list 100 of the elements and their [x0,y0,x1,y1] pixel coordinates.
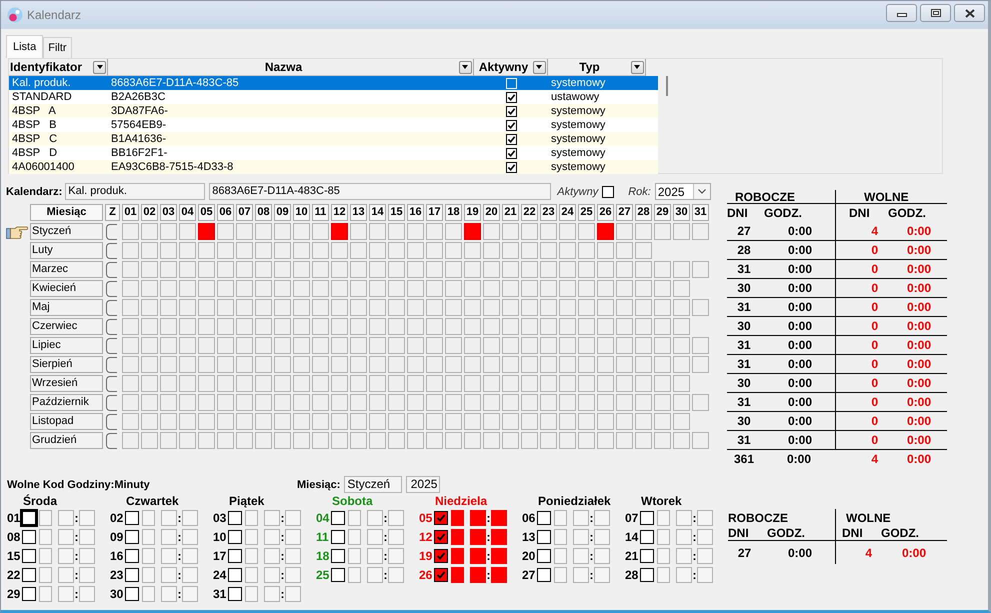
code-field[interactable] [657,528,670,544]
hours-field[interactable] [676,510,692,526]
day-cell[interactable] [635,223,652,240]
day-cell[interactable] [673,432,690,449]
day-cell[interactable] [217,394,234,411]
day-cell[interactable] [597,318,614,335]
day-cell[interactable] [293,356,310,373]
day-cell[interactable] [388,394,405,411]
day-cell[interactable] [312,432,329,449]
day-cell[interactable] [616,337,633,354]
day-cell[interactable] [597,413,614,430]
day-cell[interactable] [692,261,709,278]
year-field[interactable]: 2025 [406,476,440,493]
day-cell[interactable] [293,375,310,392]
minutes-field[interactable] [594,566,610,582]
free-day-checkbox[interactable] [228,548,242,562]
day-cell[interactable] [578,413,595,430]
free-day-checkbox[interactable] [434,510,448,524]
day-cell[interactable] [673,318,690,335]
day-cell[interactable] [654,337,671,354]
month-label[interactable]: Wrzesień [30,375,103,392]
day-cell[interactable] [407,356,424,373]
day-cell[interactable] [597,337,614,354]
day-cell[interactable] [388,375,405,392]
day-cell[interactable] [217,261,234,278]
filter-dropdown-button[interactable] [458,60,472,74]
day-cell[interactable] [331,356,348,373]
day-cell[interactable] [426,261,443,278]
day-cell[interactable] [217,337,234,354]
day-cell[interactable] [407,337,424,354]
day-cell[interactable] [578,299,595,316]
day-cell[interactable] [369,299,386,316]
day-cell[interactable] [426,375,443,392]
day-cell[interactable] [521,223,538,240]
checkbox[interactable] [506,162,516,172]
day-cell[interactable] [217,223,234,240]
hours-field[interactable] [264,586,280,602]
day-cell[interactable] [388,432,405,449]
month-label[interactable]: Czerwiec [30,318,103,335]
day-cell[interactable] [293,337,310,354]
day-cell[interactable] [179,280,196,297]
day-cell[interactable] [559,394,576,411]
minutes-field[interactable] [285,548,301,564]
day-cell[interactable] [293,318,310,335]
day-cell[interactable] [692,223,709,240]
day-cell[interactable] [673,223,690,240]
day-cell[interactable] [160,413,177,430]
day-cell[interactable] [407,261,424,278]
day-cell[interactable] [540,413,557,430]
day-cell[interactable] [388,261,405,278]
day-cell[interactable] [274,299,291,316]
day-cell[interactable] [673,413,690,430]
month-label[interactable]: Styczeń [30,223,103,240]
day-cell[interactable] [179,356,196,373]
day-cell[interactable] [521,375,538,392]
minutes-field[interactable] [182,566,198,582]
day-cell[interactable] [502,223,519,240]
day-cell[interactable] [179,413,196,430]
day-cell[interactable] [217,318,234,335]
table-row[interactable]: Kal. produk. 8683A6E7-D11A-483C-85 systemowy [9,76,658,90]
day-cell[interactable] [445,375,462,392]
day-cell[interactable] [502,394,519,411]
code-field[interactable] [245,510,258,526]
minutes-field[interactable] [697,566,713,582]
day-cell[interactable] [692,299,709,316]
day-cell[interactable] [236,394,253,411]
day-cell[interactable] [464,394,481,411]
checkbox[interactable] [106,280,117,296]
month-label[interactable]: Grudzień [30,432,103,449]
free-day-checkbox[interactable] [434,530,448,544]
day-cell[interactable] [445,337,462,354]
day-cell[interactable] [616,375,633,392]
calendar-name-field[interactable]: 8683A6E7-D11A-483C-85 [209,183,552,200]
month-label[interactable]: Sierpień [30,356,103,373]
day-cell[interactable] [540,356,557,373]
month-label[interactable]: Marzec [30,261,103,278]
day-cell[interactable] [521,337,538,354]
day-cell[interactable] [426,413,443,430]
month-label[interactable]: Maj [30,299,103,316]
checkbox[interactable] [506,92,516,102]
day-cell[interactable] [369,375,386,392]
day-cell[interactable] [464,413,481,430]
day-cell[interactable] [559,223,576,240]
free-day-checkbox[interactable] [434,548,448,562]
day-cell[interactable] [445,356,462,373]
hours-field[interactable] [161,586,177,602]
day-cell[interactable] [141,242,158,259]
code-field[interactable] [39,586,52,602]
day-cell[interactable] [483,280,500,297]
day-cell[interactable] [179,242,196,259]
day-cell[interactable] [293,413,310,430]
day-cell[interactable] [426,356,443,373]
day-cell[interactable] [331,375,348,392]
day-cell[interactable] [635,299,652,316]
month-label[interactable]: Lipiec [30,337,103,354]
code-field[interactable] [451,566,464,582]
day-cell[interactable] [521,413,538,430]
day-cell[interactable] [350,223,367,240]
day-cell[interactable] [198,394,215,411]
hours-field[interactable] [573,510,589,526]
